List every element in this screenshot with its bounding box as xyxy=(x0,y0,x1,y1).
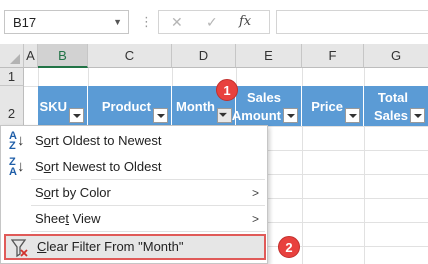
column-header-b[interactable]: B xyxy=(38,44,88,68)
menu-separator xyxy=(31,179,265,180)
filter-applied-icon: ⏷ xyxy=(219,110,227,121)
menu-item-clear-filter[interactable]: Clear Filter From "Month" xyxy=(4,234,266,260)
step-badge-1: 1 xyxy=(216,79,238,101)
formula-input[interactable] xyxy=(276,10,428,34)
column-header-e[interactable]: E xyxy=(236,44,302,68)
header-label: Price xyxy=(311,99,343,114)
menu-item-sort-oldest[interactable]: A Z ↓ Sort Oldest to Newest xyxy=(1,129,267,153)
select-all-corner[interactable] xyxy=(0,44,24,68)
table-header-sku[interactable]: SKU xyxy=(38,86,88,126)
filter-dropdown-button[interactable] xyxy=(69,108,84,123)
header-label: SKU xyxy=(39,99,67,114)
menu-item-sort-by-color[interactable]: Sort by Color > xyxy=(1,181,267,205)
column-header-g[interactable]: G xyxy=(364,44,428,68)
sort-descending-icon: Z A ↓ xyxy=(9,156,25,178)
table-header-product[interactable]: Product xyxy=(88,86,172,126)
cancel-icon[interactable]: ✕ xyxy=(171,14,183,31)
row-header-1[interactable]: 1 xyxy=(0,68,24,86)
name-box[interactable]: B17 ▼ xyxy=(4,10,129,34)
insert-function-icon[interactable]: fx xyxy=(239,14,251,29)
name-box-value: B17 xyxy=(13,15,37,30)
header-label-line2: Sales xyxy=(374,108,408,123)
enter-icon[interactable]: ✓ xyxy=(206,14,218,31)
step-badge-2: 2 xyxy=(278,236,300,258)
menu-item-label: Sort by Color xyxy=(35,185,111,200)
menu-item-label: Sheet View xyxy=(35,211,101,226)
sort-ascending-icon: A Z ↓ xyxy=(9,130,25,152)
formula-bar: B17 ▼ ⋮ ✕ ✓ fx xyxy=(0,0,428,44)
header-label: Total xyxy=(377,90,408,105)
filter-dropdown-menu: A Z ↓ Sort Oldest to Newest Z A ↓ Sort N… xyxy=(0,125,268,264)
header-label-line2: Amount xyxy=(231,108,281,123)
header-label: Sales xyxy=(247,90,281,105)
drag-handle-icon[interactable]: ⋮ xyxy=(140,14,153,30)
formula-buttons: ✕ ✓ fx xyxy=(158,10,270,34)
accelerator-key: o xyxy=(43,159,51,174)
filter-dropdown-button[interactable] xyxy=(283,108,298,123)
menu-item-label: Sort Oldest to Newest xyxy=(35,133,162,148)
header-label: Month xyxy=(176,99,215,114)
column-header-f[interactable]: F xyxy=(302,44,364,68)
accelerator-key: o xyxy=(43,133,51,148)
accelerator-key: o xyxy=(43,185,51,200)
menu-separator xyxy=(31,231,265,232)
header-label: Product xyxy=(101,99,151,114)
clear-filter-icon xyxy=(9,236,31,260)
filter-dropdown-button[interactable] xyxy=(410,108,425,123)
chevron-right-icon: > xyxy=(251,212,259,226)
column-header-d[interactable]: D xyxy=(172,44,236,68)
menu-item-label: Clear Filter From "Month" xyxy=(37,239,184,254)
menu-item-sheet-view[interactable]: Sheet View > xyxy=(1,207,267,231)
accelerator-key: t xyxy=(65,211,69,226)
filter-dropdown-button[interactable] xyxy=(345,108,360,123)
column-header-a[interactable]: A xyxy=(24,44,38,68)
column-header-c[interactable]: C xyxy=(88,44,172,68)
table-header-sales-amount[interactable]: Sales Amount xyxy=(232,86,302,126)
menu-item-sort-newest[interactable]: Z A ↓ Sort Newest to Oldest xyxy=(1,155,267,179)
chevron-down-icon[interactable]: ▼ xyxy=(113,17,122,27)
table-header-price[interactable]: Price xyxy=(302,86,364,126)
filter-dropdown-button[interactable] xyxy=(153,108,168,123)
accelerator-key: C xyxy=(37,239,47,254)
row-header-2[interactable]: 2 xyxy=(0,86,24,126)
menu-item-label: Sort Newest to Oldest xyxy=(35,159,162,174)
filter-active-button[interactable]: ⏷ xyxy=(217,108,232,123)
menu-separator xyxy=(31,205,265,206)
chevron-right-icon: > xyxy=(251,186,259,200)
table-header-total-sales[interactable]: Total Sales xyxy=(364,86,428,126)
